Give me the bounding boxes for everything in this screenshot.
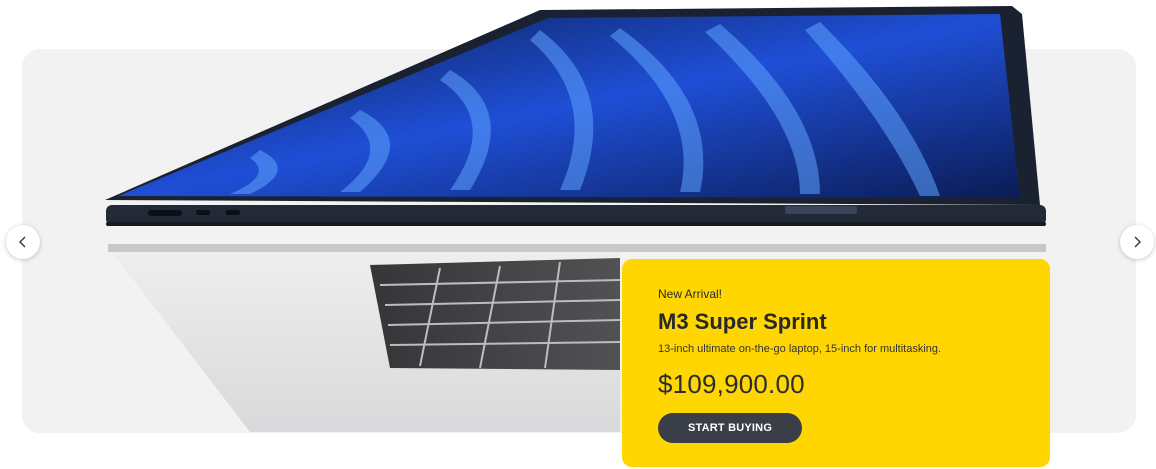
chevron-left-icon [19, 236, 26, 248]
promo-title: M3 Super Sprint [658, 309, 827, 334]
promo-price: $109,900.00 [658, 369, 805, 399]
start-buying-button[interactable]: START BUYING [658, 413, 803, 443]
promo-card: New Arrival! M3 Super Sprint 13-inch ult… [622, 259, 1050, 467]
chevron-right-icon [1134, 236, 1141, 248]
promo-eyebrow: New Arrival! [658, 287, 723, 301]
promo-description: 13-inch ultimate on-the-go laptop, 15-in… [658, 343, 942, 355]
carousel-next-button[interactable] [1120, 225, 1154, 259]
carousel-prev-button[interactable] [6, 225, 40, 259]
hero-carousel: New Arrival! M3 Super Sprint 13-inch ult… [0, 0, 1156, 469]
